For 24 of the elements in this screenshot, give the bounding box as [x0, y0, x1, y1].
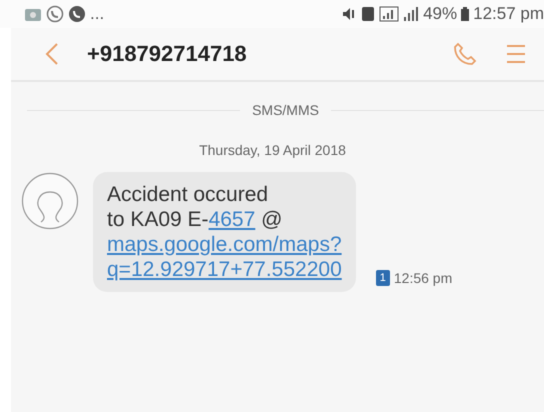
menu-icon[interactable]: [504, 42, 528, 66]
avatar-icon: [21, 172, 79, 230]
phone-bubble-icon: [46, 5, 64, 23]
signal-icon: [403, 6, 420, 22]
phone-icon[interactable]: [452, 41, 478, 67]
message-text: @: [260, 208, 282, 231]
more-notifications: ...: [90, 4, 104, 24]
message-text: Accident occured: [107, 183, 268, 206]
clock-time: 12:57 pm: [473, 4, 544, 24]
channel-label: SMS/MMS: [252, 102, 319, 118]
battery-icon: [461, 7, 470, 21]
message-time: 12:56 pm: [394, 270, 452, 286]
date-label: Thursday, 19 April 2018: [199, 142, 346, 158]
sim-badge: 1: [376, 270, 390, 286]
message-link[interactable]: maps.google.com/maps?: [107, 233, 342, 256]
phone-circle-icon: [68, 5, 86, 23]
battery-percent: 49%: [423, 4, 458, 24]
signal-icon: [379, 6, 400, 22]
camera-icon: [24, 6, 42, 22]
back-icon[interactable]: [45, 42, 59, 66]
contact-number: +918792714718: [87, 41, 247, 67]
message-text: to KA09 E-: [107, 208, 209, 231]
message-link[interactable]: 4657: [208, 208, 256, 231]
message-link[interactable]: q=12.929717+77.552200: [107, 258, 342, 281]
